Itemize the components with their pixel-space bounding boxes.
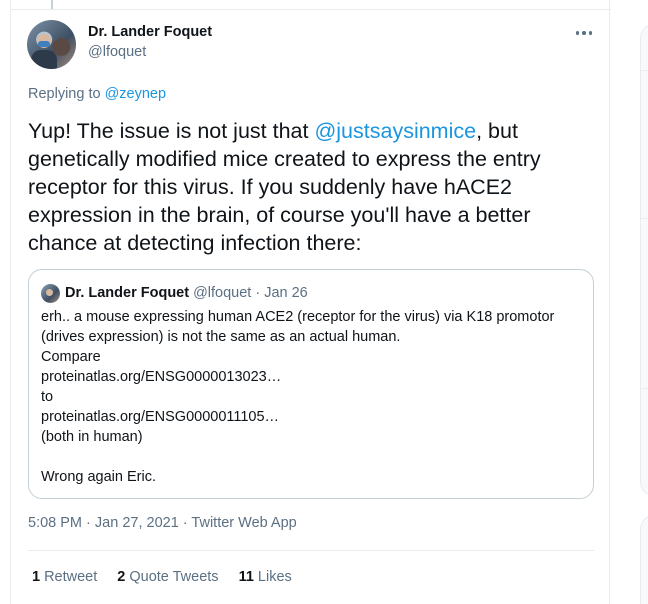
quoted-tweet-header: Dr. Lander Foquet @lfoquet · Jan 26 <box>41 283 308 303</box>
retweets-count: 1 <box>32 569 41 585</box>
top-divider <box>11 9 611 10</box>
retweets-label: Retweet <box>44 569 98 585</box>
quoted-line: (both in human) <box>41 429 143 445</box>
tweet-meta: 5:08 PM · Jan 27, 2021 · Twitter Web App <box>28 515 297 531</box>
replying-to-line: Replying to @zeynep <box>28 86 166 102</box>
likes-label: Likes <box>257 569 292 585</box>
quoted-separator: · <box>255 285 261 301</box>
sidebar-divider <box>640 70 648 71</box>
replying-to-label: Replying to <box>28 86 101 102</box>
quote-tweets-label: Quote Tweets <box>129 569 219 585</box>
tweet-text-part: Yup! The issue is not just that <box>28 119 315 143</box>
quoted-date: Jan 26 <box>264 285 308 301</box>
meta-separator: · <box>182 515 188 531</box>
more-options-button[interactable] <box>571 20 597 46</box>
quoted-author-avatar <box>41 283 60 303</box>
quoted-link: proteinatlas.org/ENSG0000013023… <box>41 369 282 385</box>
sidebar-divider <box>640 218 648 219</box>
quoted-blank-line <box>41 447 581 467</box>
author-avatar[interactable] <box>27 20 76 69</box>
tweet-time-link[interactable]: 5:08 PM <box>28 515 82 531</box>
sidebar-divider <box>640 388 648 389</box>
quoted-line: Wrong again Eric. <box>41 469 156 485</box>
quoted-line: to <box>41 389 54 405</box>
quote-tweets-stat[interactable]: 2 Quote Tweets <box>117 569 218 585</box>
more-dot-icon <box>575 31 580 35</box>
quoted-line: Compare <box>41 349 101 365</box>
quoted-author-handle: @lfoquet <box>193 285 252 301</box>
tweet-text: Yup! The issue is not just that @justsay… <box>28 117 598 257</box>
quoted-line: erh.. a mouse expressing human ACE2 (rec… <box>41 309 555 345</box>
quoted-tweet-card[interactable]: Dr. Lander Foquet @lfoquet · Jan 26 erh.… <box>28 269 594 499</box>
replying-to-mention-link[interactable]: @zeynep <box>105 86 166 102</box>
sidebar-panel-edge <box>640 24 648 496</box>
retweets-stat[interactable]: 1 Retweet <box>32 569 97 585</box>
author-name[interactable]: Dr. Lander Foquet <box>88 24 212 40</box>
more-dot-icon <box>582 31 586 35</box>
meta-divider <box>28 550 594 551</box>
avatar-figure-body <box>31 50 57 69</box>
engagement-stats: 1 Retweet 2 Quote Tweets 11 Likes <box>32 569 312 585</box>
author-handle[interactable]: @lfoquet <box>88 44 146 60</box>
meta-separator: · <box>86 515 91 531</box>
tweet-source-link[interactable]: Twitter Web App <box>191 515 296 531</box>
tweet-date-link[interactable]: Jan 27, 2021 <box>95 515 179 531</box>
quote-tweets-count: 2 <box>117 569 126 585</box>
sidebar-panel-edge <box>640 515 648 604</box>
more-dot-icon <box>588 31 593 35</box>
quoted-link: proteinatlas.org/ENSG0000011105… <box>41 409 280 425</box>
likes-count: 11 <box>238 569 254 585</box>
likes-stat[interactable]: 11 Likes <box>239 569 292 585</box>
quoted-tweet-body: erh.. a mouse expressing human ACE2 (rec… <box>41 307 581 487</box>
tweet-mention-link[interactable]: @justsaysinmice <box>314 119 476 143</box>
thread-connector-line <box>51 0 53 9</box>
avatar-figure-mask <box>38 41 50 47</box>
quoted-author-name: Dr. Lander Foquet <box>65 285 190 301</box>
tweet-detail-column: Dr. Lander Foquet @lfoquet Replying to @… <box>10 0 611 604</box>
